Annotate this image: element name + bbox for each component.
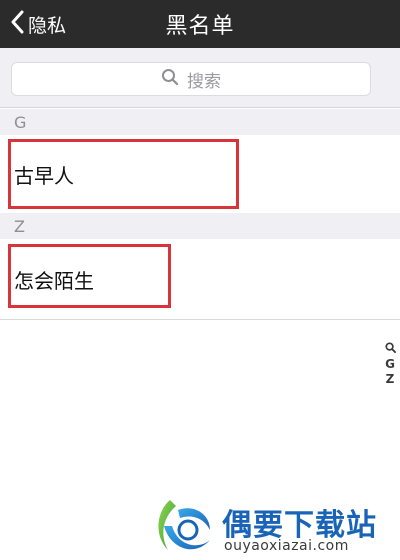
search-placeholder: 搜索	[187, 71, 221, 92]
section-header-z: Z	[0, 213, 400, 239]
contact-name: 怎会陌生	[14, 268, 94, 293]
page-title: 黑名单	[165, 14, 235, 39]
watermark-logo-icon	[158, 500, 210, 550]
index-search-icon[interactable]	[384, 342, 396, 356]
blacklist-screen: 隐私 黑名单 搜索 G 古早人 Z 怎会陌生 G Z 偶要下载站 ouyaoxi…	[0, 0, 400, 560]
row-divider	[0, 319, 400, 320]
section-index-bar[interactable]: G Z	[383, 342, 397, 386]
search-input[interactable]: 搜索	[11, 62, 371, 96]
navigation-bar: 隐私 黑名单	[0, 0, 400, 48]
watermark: 偶要下载站 ouyaoxiazai.com	[150, 494, 400, 560]
contact-name: 古早人	[14, 163, 74, 188]
search-area: 搜索	[0, 48, 400, 108]
index-letter-g[interactable]: G	[385, 357, 395, 371]
index-letter-z[interactable]: Z	[386, 372, 395, 386]
contact-row[interactable]: 古早人	[0, 135, 400, 213]
contact-row[interactable]: 怎会陌生	[0, 239, 400, 319]
watermark-url: ouyaoxiazai.com	[224, 538, 349, 554]
search-icon	[161, 68, 179, 90]
section-header-g: G	[0, 109, 400, 135]
